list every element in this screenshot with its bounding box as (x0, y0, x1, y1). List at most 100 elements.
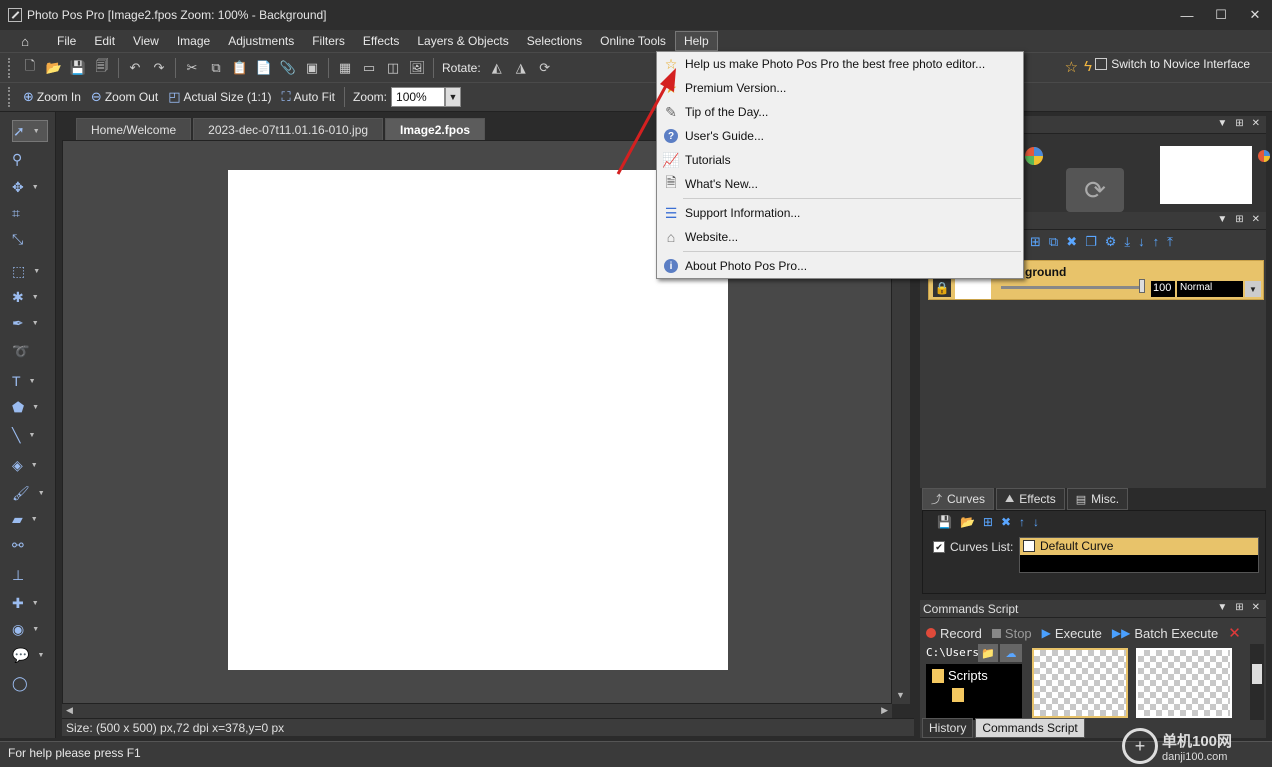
eraser-tool-button[interactable]: ▰ ▼ (12, 508, 48, 530)
zoom-dropdown-chevron-icon[interactable]: ▼ (445, 87, 462, 107)
clear-script-icon[interactable]: ✕ (1228, 624, 1241, 642)
curve-down-icon[interactable]: ↓ (1033, 515, 1039, 529)
panel-menu-chevron-icon[interactable]: ▼ (1217, 214, 1227, 225)
menu-item-help-us[interactable]: ☆ Help us make Photo Pos Pro the best fr… (657, 52, 1023, 76)
brush-tool-button[interactable]: 🖌 ▼ (12, 482, 48, 504)
ruler-icon[interactable]: ▭ (358, 57, 380, 79)
menu-layers-objects[interactable]: Layers & Objects (408, 31, 517, 51)
menu-file[interactable]: File (48, 31, 85, 51)
script-thumbnail[interactable] (1032, 648, 1128, 718)
menu-image[interactable]: Image (168, 31, 219, 51)
crop-tool-button[interactable]: ⌗ (12, 202, 48, 224)
panel-menu-chevron-icon[interactable]: ▼ (1217, 602, 1227, 613)
zoom-in-button[interactable]: ⊕ Zoom In (23, 89, 81, 105)
menu-filters[interactable]: Filters (303, 31, 354, 51)
zoom-tool-button[interactable]: ⚲ (12, 148, 48, 170)
script-scrollbar[interactable] (1250, 644, 1264, 720)
panel-close-icon[interactable]: ✕ (1252, 214, 1260, 225)
panel-close-icon[interactable]: ✕ (1252, 602, 1260, 613)
refresh-icon[interactable]: ⟳ (1066, 168, 1124, 212)
lasso-tool-button[interactable]: ➰ (12, 340, 48, 362)
switch-novice-button[interactable]: Switch to Novice Interface (1095, 57, 1250, 71)
magic-wand-tool-button[interactable]: ✱ ▼ (12, 286, 48, 308)
menu-adjustments[interactable]: Adjustments (219, 31, 303, 51)
menu-item-website[interactable]: ⌂ Website... (657, 225, 1023, 249)
move-tool-button[interactable]: ✥ ▼ (12, 176, 48, 198)
rotate-left-icon[interactable]: ◭ (486, 57, 508, 79)
close-button[interactable]: ✕ (1238, 0, 1272, 30)
clipboard-icon[interactable]: 📎 (277, 57, 299, 79)
open-folder-icon[interactable]: 📂 (43, 57, 65, 79)
stop-button[interactable]: Stop (991, 626, 1032, 641)
save-all-icon[interactable]: 🗐 (91, 57, 113, 79)
menu-item-premium[interactable]: ★ Premium Version... (657, 76, 1023, 100)
panel-close-icon[interactable]: ✕ (1252, 118, 1260, 129)
toolbar-grip[interactable] (8, 57, 12, 78)
home-icon[interactable]: ⌂ (14, 32, 36, 50)
menu-effects[interactable]: Effects (354, 31, 408, 51)
auto-fit-button[interactable]: ⛶ Auto Fit (282, 89, 335, 105)
new-layer-icon[interactable]: ⊞ (1030, 234, 1041, 250)
blend-chevron-down-icon[interactable]: ▼ (1245, 281, 1261, 297)
eyedropper-tool-button[interactable]: ⚯ (12, 534, 48, 556)
grid-icon[interactable]: ▦ (334, 57, 356, 79)
save-curve-icon[interactable]: 💾 (937, 515, 952, 529)
cut-icon[interactable]: ✂ (181, 57, 203, 79)
tab-image2[interactable]: Image2.fpos (385, 118, 486, 140)
tree-node-scripts[interactable]: Scripts (932, 668, 988, 683)
horizontal-scrollbar[interactable]: ◀ ▶ (62, 704, 892, 718)
opacity-slider[interactable] (1001, 286, 1143, 289)
delete-layer-icon[interactable]: ✖ (1066, 234, 1077, 250)
merge-layers-icon[interactable]: ❐ (1085, 234, 1097, 250)
heal-tool-button[interactable]: ✚ ▼ (12, 592, 48, 614)
tab-curves[interactable]: ⤴ Curves (922, 488, 995, 510)
record-button[interactable]: Record (926, 626, 982, 641)
folder-icon[interactable] (952, 688, 964, 702)
panel-pin-icon[interactable]: ⊞ (1235, 602, 1243, 613)
straighten-tool-button[interactable]: ⤡ (12, 228, 48, 250)
menu-item-whats-new[interactable]: 🗎 What's New... (657, 172, 1023, 196)
actual-size-button[interactable]: ◰ Actual Size (1:1) (168, 89, 271, 105)
red-eye-tool-button[interactable]: ◉ ▼ (12, 618, 48, 640)
curve-up-icon[interactable]: ↑ (1019, 515, 1025, 529)
panel-pin-icon[interactable]: ⊞ (1235, 214, 1243, 225)
browse-folder-icon[interactable]: 📁 (978, 644, 998, 662)
menu-item-users-guide[interactable]: ? User's Guide... (657, 124, 1023, 148)
scroll-down-icon[interactable]: ▼ (896, 690, 905, 700)
move-up-icon[interactable]: ↑ (1153, 234, 1160, 250)
new-curve-icon[interactable]: ⊞ (983, 515, 993, 529)
tab-misc[interactable]: ▤ Misc. (1066, 488, 1129, 510)
rotate-free-icon[interactable]: ⟳ (534, 57, 556, 79)
marquee-tool-button[interactable]: ⬚ ▼ (12, 260, 48, 282)
scroll-left-icon[interactable]: ◀ (66, 705, 73, 716)
batch-execute-button[interactable]: ▶▶ Batch Execute (1112, 626, 1218, 641)
menu-item-tip-of-day[interactable]: ✎ Tip of the Day... (657, 100, 1023, 124)
tab-history[interactable]: History (922, 718, 974, 738)
scrollbar-thumb[interactable] (1252, 664, 1262, 684)
save-icon[interactable]: 💾 (67, 57, 89, 79)
split-view-icon[interactable]: ◫ (382, 57, 404, 79)
menu-selections[interactable]: Selections (518, 31, 591, 51)
open-curve-icon[interactable]: 📂 (960, 515, 975, 529)
menu-edit[interactable]: Edit (85, 31, 124, 51)
menu-help[interactable]: Help (674, 31, 718, 51)
minimize-button[interactable]: — (1170, 0, 1204, 30)
line-tool-button[interactable]: ╲ ▼ (12, 424, 48, 446)
balloon-tool-button[interactable]: 💬 ▼ (12, 644, 48, 666)
menu-view[interactable]: View (124, 31, 168, 51)
fill-tool-button[interactable]: ◈ ▼ (12, 454, 48, 476)
curves-list[interactable]: Default Curve (1019, 537, 1259, 573)
text-tool-button[interactable]: T ▼ (12, 370, 48, 392)
list-item[interactable]: Default Curve (1020, 538, 1258, 555)
script-tree[interactable]: Scripts (926, 664, 1022, 720)
tab-jpg-document[interactable]: 2023-dec-07t11.01.16-010.jpg (193, 118, 384, 140)
delete-curve-icon[interactable]: ✖ (1001, 515, 1011, 529)
move-top-icon[interactable]: ⤒ (1167, 234, 1173, 250)
image-size-icon[interactable]: ▣ (301, 57, 323, 79)
panel-menu-chevron-icon[interactable]: ▼ (1217, 118, 1227, 129)
opacity-slider-handle[interactable] (1139, 279, 1145, 293)
layer-settings-icon[interactable]: ⚙ (1105, 234, 1117, 250)
move-bottom-icon[interactable]: ⤓ (1124, 234, 1130, 250)
execute-button[interactable]: ▶ Execute (1042, 626, 1102, 641)
toolbar-grip[interactable] (8, 87, 12, 107)
